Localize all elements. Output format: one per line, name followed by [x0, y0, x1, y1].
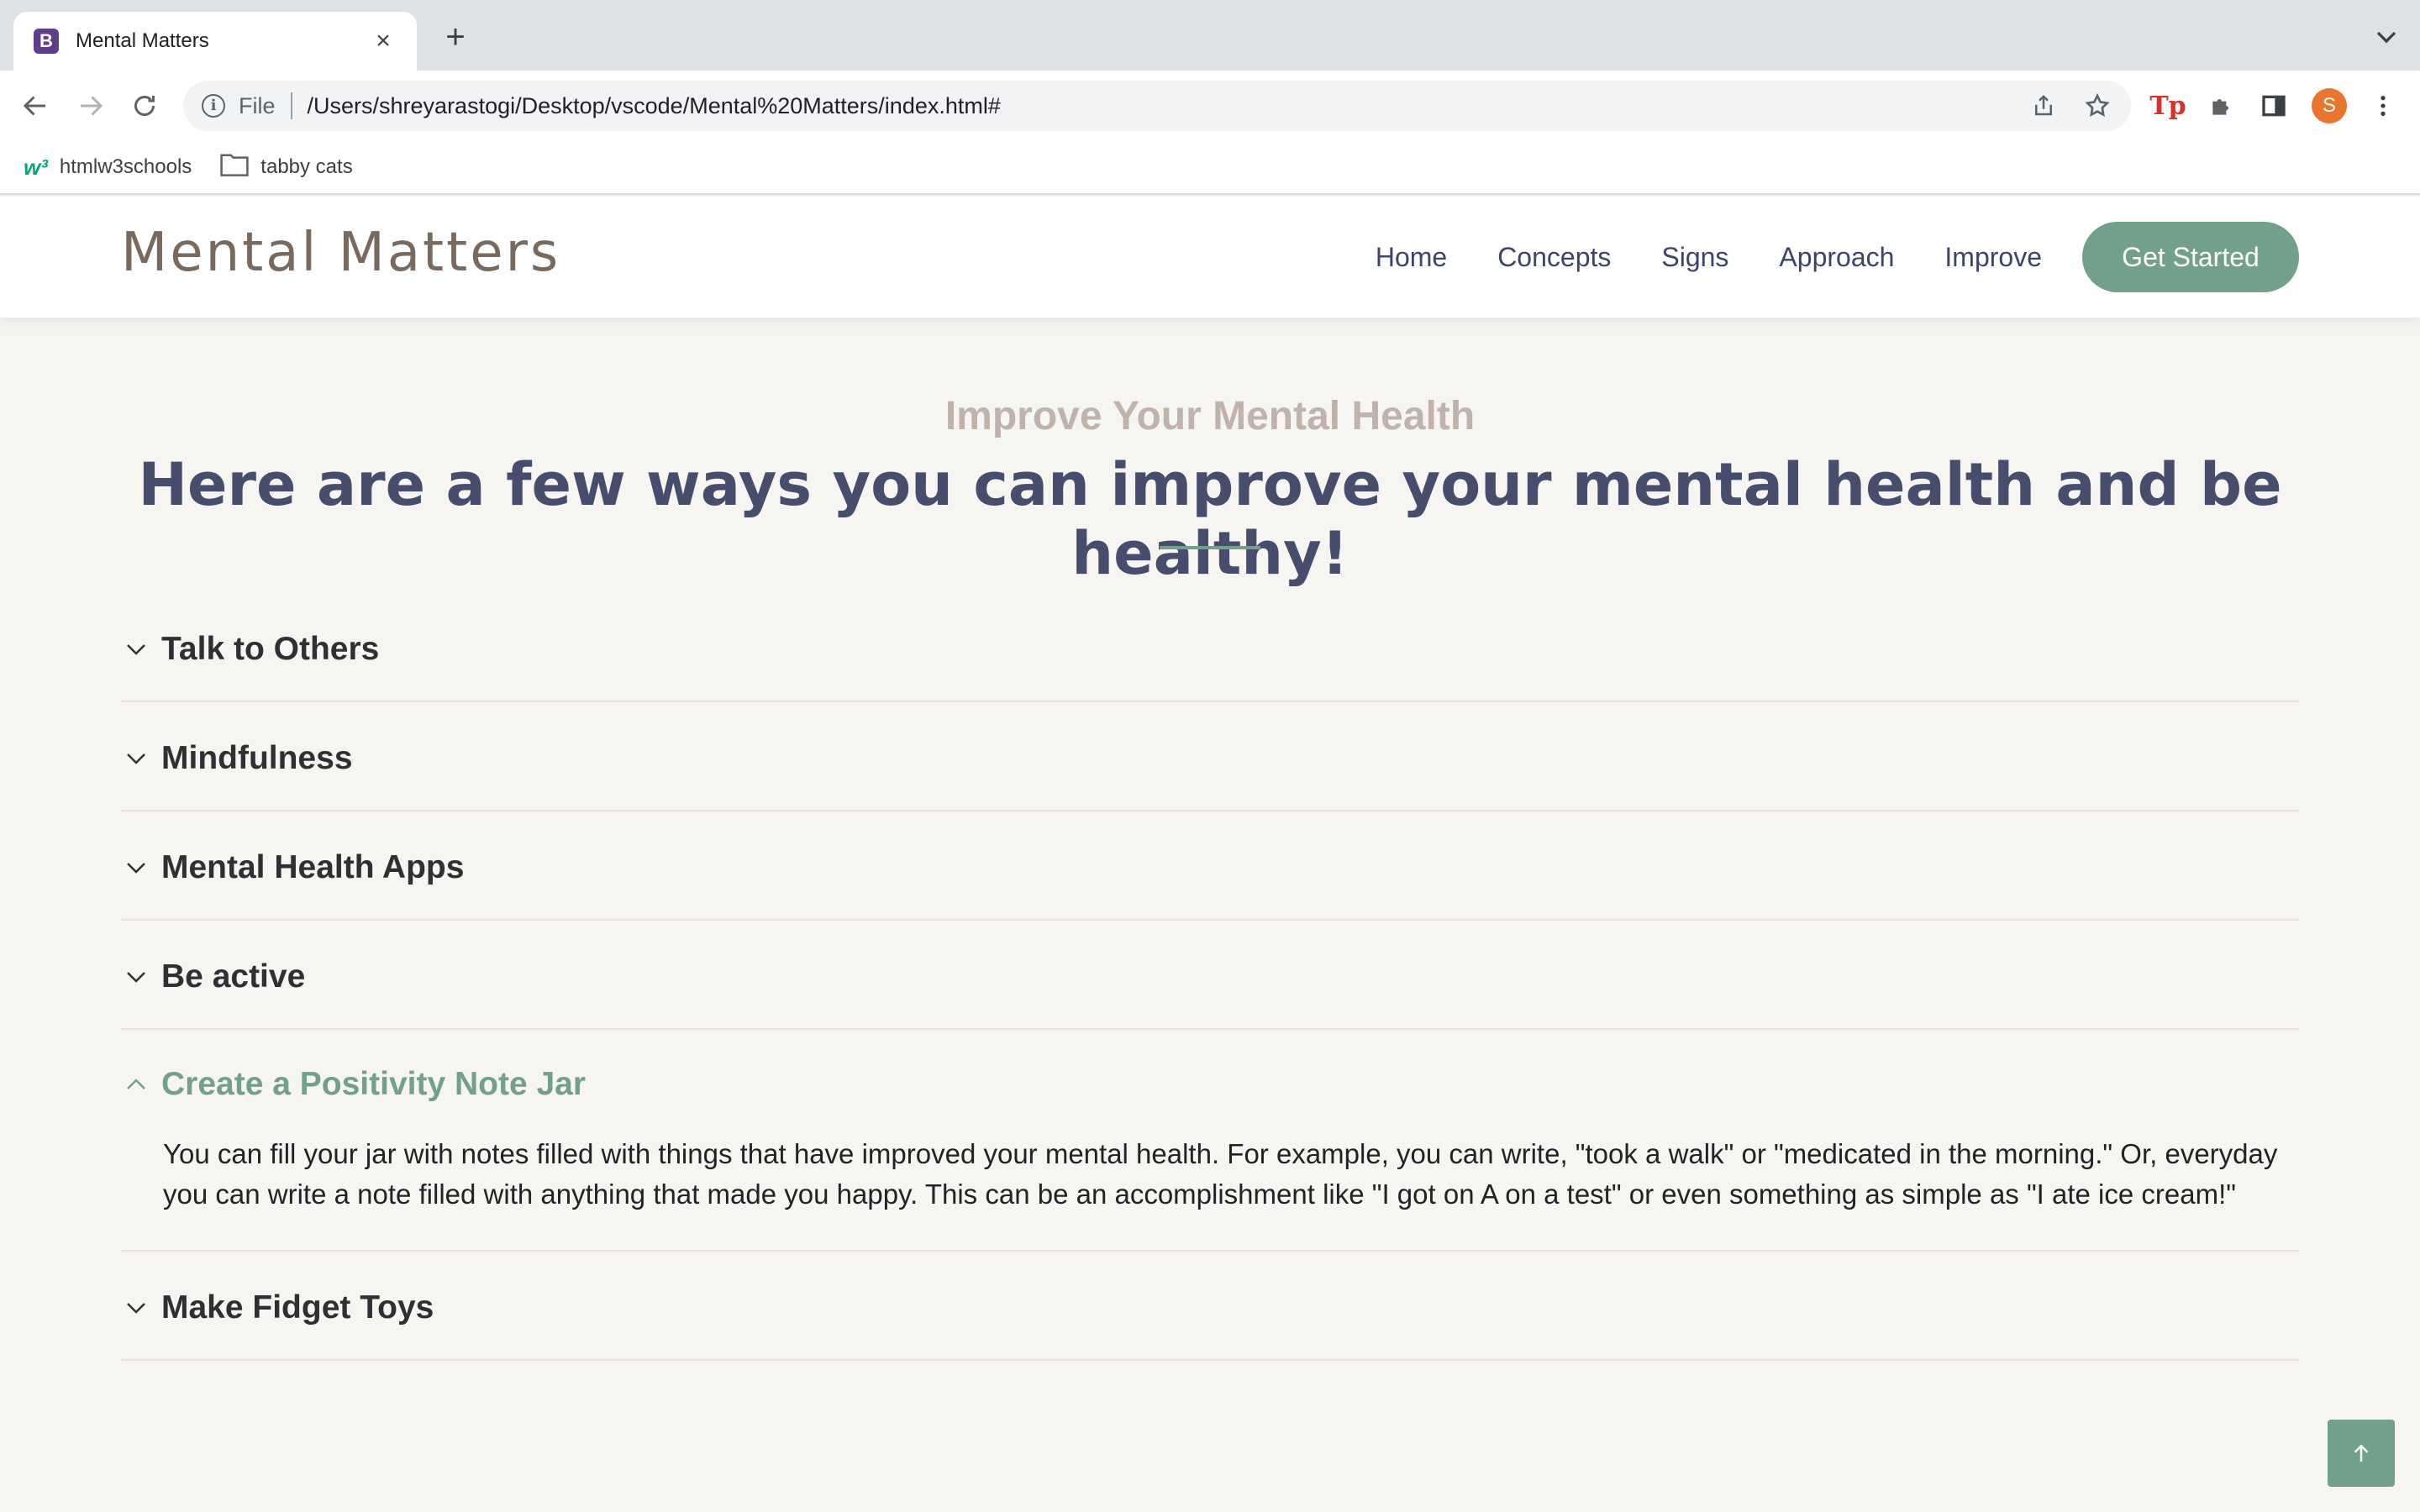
- title-divider: [1160, 546, 1260, 549]
- site-header: Mental Matters Home Concepts Signs Appro…: [0, 197, 2420, 318]
- omnibox-separator: [290, 92, 292, 119]
- back-arrow-icon[interactable]: [15, 86, 55, 126]
- info-icon[interactable]: i: [202, 94, 225, 118]
- accordion-title: Make Fidget Toys: [161, 1289, 434, 1326]
- accordion-item-be-active: Be active: [121, 921, 2299, 1030]
- tab-title: Mental Matters: [76, 29, 209, 52]
- get-started-button[interactable]: Get Started: [2082, 222, 2299, 292]
- accordion-title: Talk to Others: [161, 631, 380, 667]
- nav-home[interactable]: Home: [1376, 242, 1447, 273]
- bookmark-htmlw3schools[interactable]: w³ htmlw3schools: [24, 155, 192, 181]
- arrow-up-icon: [2354, 1444, 2369, 1462]
- puzzle-extensions-icon[interactable]: [2202, 86, 2242, 126]
- accordion-item-make-fidget-toys: Make Fidget Toys: [121, 1252, 2299, 1361]
- back-to-top-button[interactable]: [2328, 1420, 2395, 1487]
- accordion-title: Mental Health Apps: [161, 849, 465, 885]
- site-brand-logo[interactable]: Mental Matters: [121, 222, 560, 284]
- profile-avatar[interactable]: S: [2309, 86, 2349, 126]
- accordion-title: Be active: [161, 958, 306, 995]
- accordion-header[interactable]: Make Fidget Toys: [121, 1252, 2299, 1359]
- section-subtitle: Improve Your Mental Health: [944, 394, 1476, 438]
- accordion-header[interactable]: Create a Positivity Note Jar: [121, 1030, 2299, 1134]
- bookmarks-bar: w³ htmlw3schools tabby cats: [0, 141, 2420, 195]
- nav-improve[interactable]: Improve: [1944, 242, 2042, 273]
- browser-tab[interactable]: B Mental Matters ×: [13, 12, 417, 71]
- section-title: Here are a few ways you can improve your…: [138, 450, 2282, 588]
- bookmark-folder-tabby-cats[interactable]: tabby cats: [220, 153, 353, 182]
- bookmark-label: htmlw3schools: [59, 155, 192, 178]
- tab-search-chevron-icon[interactable]: [2370, 20, 2403, 54]
- accordion-header[interactable]: Mental Health Apps: [121, 811, 2299, 919]
- close-tab-icon[interactable]: ×: [370, 27, 397, 55]
- address-bar[interactable]: i File /Users/shreyarastogi/Desktop/vsco…: [183, 81, 2131, 131]
- bootstrap-favicon-icon: B: [34, 29, 59, 54]
- chevron-down-icon: [121, 1293, 151, 1323]
- accordion-header[interactable]: Mindfulness: [121, 702, 2299, 810]
- bookmark-label: tabby cats: [260, 155, 353, 178]
- nav-approach[interactable]: Approach: [1779, 242, 1894, 273]
- accordion-title: Create a Positivity Note Jar: [161, 1066, 587, 1102]
- chevron-up-icon: [121, 1069, 151, 1100]
- side-panel-icon[interactable]: [2254, 86, 2294, 126]
- scheme-label: File: [239, 92, 276, 118]
- chevron-down-icon: [121, 743, 151, 774]
- accordion-body: You can fill your jar with notes filled …: [163, 1138, 2278, 1210]
- share-icon[interactable]: [2023, 86, 2064, 126]
- chevron-down-icon: [121, 962, 151, 992]
- folder-icon: [220, 153, 249, 182]
- accordion-header[interactable]: Talk to Others: [121, 593, 2299, 701]
- avatar: S: [2312, 88, 2347, 123]
- chevron-down-icon: [121, 634, 151, 664]
- chevron-down-icon: [121, 853, 151, 883]
- accordion-title: Mindfulness: [161, 740, 353, 776]
- browser-tabstrip: B Mental Matters × +: [0, 0, 2420, 71]
- accordion-header[interactable]: Be active: [121, 921, 2299, 1028]
- accordion: Talk to Others Mindfulness Mental Health…: [121, 593, 2299, 1361]
- url-text[interactable]: /Users/shreyarastogi/Desktop/vscode/Ment…: [308, 93, 2023, 119]
- accordion-item-mental-health-apps: Mental Health Apps: [121, 811, 2299, 921]
- main-nav: Home Concepts Signs Approach Improve: [1325, 197, 2042, 318]
- accordion-item-mindfulness: Mindfulness: [121, 702, 2299, 811]
- w3schools-icon: w³: [24, 154, 48, 180]
- kebab-menu-icon[interactable]: [2363, 86, 2403, 126]
- new-tab-icon[interactable]: +: [437, 18, 474, 55]
- nav-signs[interactable]: Signs: [1661, 242, 1728, 273]
- browser-toolbar: i File /Users/shreyarastogi/Desktop/vsco…: [0, 71, 2420, 141]
- forward-arrow-icon[interactable]: [71, 86, 111, 126]
- bookmark-star-icon[interactable]: [2077, 86, 2118, 126]
- accordion-item-talk-to-others: Talk to Others: [121, 593, 2299, 702]
- nav-concepts[interactable]: Concepts: [1497, 242, 1611, 273]
- tp-extension-icon[interactable]: Tp: [2148, 86, 2188, 126]
- accordion-item-positivity-note-jar: Create a Positivity Note Jar You can fil…: [121, 1030, 2299, 1252]
- reload-icon[interactable]: [124, 86, 165, 126]
